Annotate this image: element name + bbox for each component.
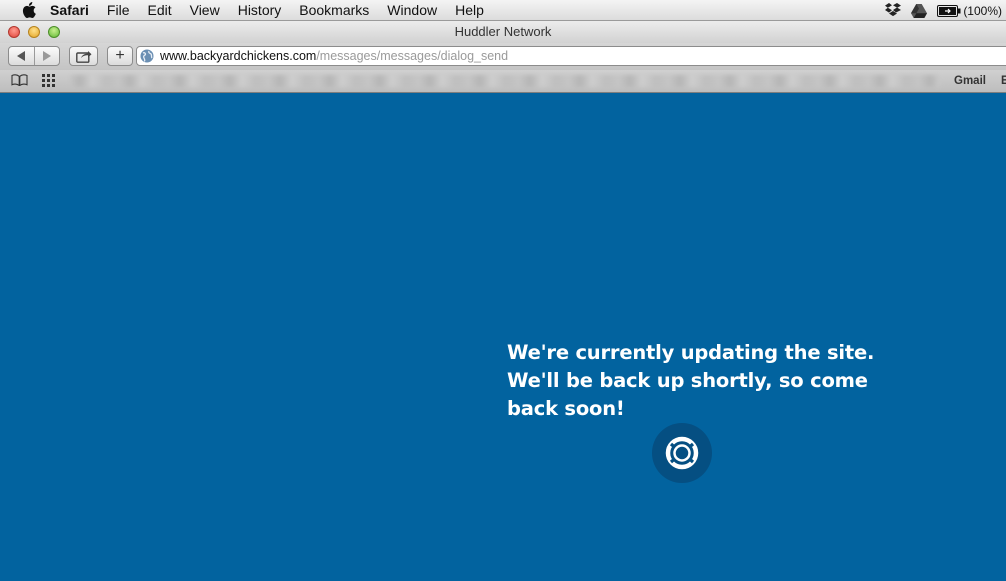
url-host: www.backyardchickens.com [160,49,317,63]
zoom-window-button[interactable] [48,26,60,38]
window-title-bar: Huddler Network [0,21,1006,43]
url-path: /messages/messages/dialog_send [316,49,509,63]
menu-help[interactable]: Help [455,0,484,21]
message-line-3: back soon! [507,397,625,420]
forward-arrow-icon [43,51,52,61]
google-drive-icon[interactable] [911,3,928,18]
bookmark-overflow[interactable]: E [1001,70,1006,93]
battery-percentage: (100%) [963,3,1002,18]
menu-file[interactable]: File [107,0,130,21]
menu-safari[interactable]: Safari [50,0,89,21]
menu-edit[interactable]: Edit [147,0,171,21]
globe-icon [140,49,154,63]
close-window-button[interactable] [8,26,20,38]
bookmarks-bar: Gmail E [0,70,1006,93]
menu-view[interactable]: View [190,0,220,21]
menu-bar: Safari File Edit View History Bookmarks … [0,0,1006,21]
blurred-bookmarks [70,75,940,87]
back-arrow-icon [16,51,25,61]
menu-bookmarks[interactable]: Bookmarks [299,0,369,21]
top-sites-grid-icon[interactable] [42,74,55,87]
share-button[interactable] [69,46,98,66]
apple-icon[interactable] [20,2,36,18]
window-title: Huddler Network [454,24,552,39]
maintenance-page: We're currently updating the site. We'll… [0,93,1006,581]
huddler-logo-icon [652,423,712,483]
add-bookmark-button[interactable]: + [107,46,133,66]
reading-list-icon[interactable] [11,74,28,86]
address-bar[interactable]: www.backyardchickens.com/messages/messag… [136,46,1006,66]
share-icon [75,50,91,63]
menu-extras: (100%) [875,0,1002,21]
back-button[interactable] [9,47,35,65]
dropbox-icon[interactable] [885,3,902,18]
message-line-2: We'll be back up shortly, so come [507,369,868,392]
back-forward-group [8,46,60,66]
menu-window[interactable]: Window [387,0,437,21]
battery-icon[interactable] [937,4,961,17]
menu-history[interactable]: History [238,0,282,21]
maintenance-message: We're currently updating the site. We'll… [507,339,887,423]
minimize-window-button[interactable] [28,26,40,38]
browser-toolbar: + www.backyardchickens.com/messages/mess… [0,43,1006,70]
forward-button[interactable] [35,47,60,65]
bookmark-gmail[interactable]: Gmail [954,70,986,93]
message-line-1: We're currently updating the site. [507,341,875,364]
